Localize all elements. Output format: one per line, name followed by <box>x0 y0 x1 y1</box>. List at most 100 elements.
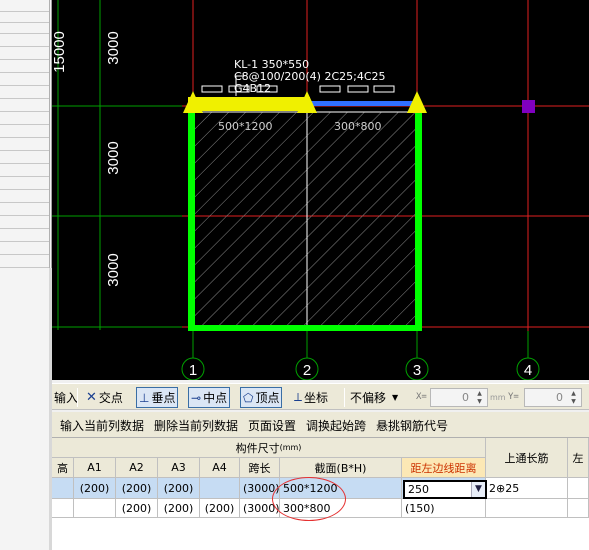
panel-row <box>0 85 49 86</box>
distance-editor-combobox[interactable]: 250 ▼ <box>403 480 487 499</box>
page-setup-button[interactable]: 页面设置 <box>248 417 296 434</box>
x-value: 0 <box>462 391 469 404</box>
delete-current-column-button[interactable]: 删除当前列数据 <box>154 417 238 434</box>
midpoint-icon: ⊸ <box>191 390 202 405</box>
wall-left[interactable] <box>188 110 195 330</box>
table-cell-a2[interactable]: (200) <box>116 478 158 499</box>
panel-row <box>0 98 49 99</box>
table-cell-a3[interactable]: (200) <box>158 478 200 499</box>
table-cell[interactable] <box>568 478 589 499</box>
dimension-span: 3000 <box>105 253 122 286</box>
swap-start-span-button[interactable]: 调换起始跨 <box>306 417 366 434</box>
beam-yellow[interactable] <box>188 97 310 111</box>
y-label: Y= <box>508 392 519 402</box>
panel-row <box>0 137 49 138</box>
group-header-unit: (mm) <box>279 443 302 452</box>
toolbar-separator <box>344 388 345 407</box>
x-input[interactable]: 0 ▲ ▼ <box>430 388 488 407</box>
midpoint-label: 中点 <box>203 391 228 405</box>
panel-border <box>49 0 50 268</box>
panel-row <box>0 267 49 268</box>
annotation-ellipse <box>272 477 346 521</box>
x-label: X= <box>416 392 427 402</box>
table-cell[interactable] <box>52 499 74 518</box>
perpendicular-snap-button[interactable]: ⊥ 垂点 <box>136 387 179 408</box>
panel-row <box>0 33 49 34</box>
vertex-icon: ⬠ <box>243 390 254 405</box>
rebar-box <box>347 85 369 93</box>
panel-row <box>0 189 49 190</box>
table-cell-a2[interactable]: (200) <box>116 499 158 518</box>
table-cell-a3[interactable]: (200) <box>158 499 200 518</box>
spin-up-icon[interactable]: ▲ <box>473 390 486 398</box>
panel-row <box>0 254 49 255</box>
perpendicular-label: 垂点 <box>151 391 176 405</box>
beam-blue[interactable] <box>310 101 417 106</box>
table-cell-top-rebar[interactable]: 2⊕25 <box>486 478 568 499</box>
axis-number-4: 4 <box>524 362 532 379</box>
axis-number-2: 2 <box>303 362 311 379</box>
coordinate-snap-button[interactable]: ⟂ 坐标 <box>292 387 330 408</box>
rebar-box <box>319 85 341 93</box>
panel-row <box>0 241 49 242</box>
group-header: 构件尺寸 (mm) <box>52 438 486 458</box>
spin-up-icon[interactable]: ▲ <box>567 390 580 398</box>
table-cell-a1[interactable] <box>74 499 116 518</box>
table-cell-top-rebar[interactable] <box>486 499 568 518</box>
offset-value: 不偏移 <box>350 391 387 405</box>
action-bar: 输入当前列数据 删除当前列数据 页面设置 调换起始跨 悬挑钢筋代号 <box>52 412 589 438</box>
panel-row <box>0 215 49 216</box>
panel-row <box>0 176 49 177</box>
table-cell-a4[interactable]: (200) <box>200 499 240 518</box>
intersection-icon: ✕ <box>86 390 97 405</box>
dimension-span: 3000 <box>105 141 122 174</box>
col-header-section: 截面(B*H) <box>280 458 402 478</box>
table-cell-a4[interactable] <box>200 478 240 499</box>
spin-down-icon[interactable]: ▼ <box>567 398 580 406</box>
chevron-down-icon: ▼ <box>392 393 399 402</box>
y-input[interactable]: 0 ▲ ▼ <box>524 388 582 407</box>
table-cell-a1[interactable]: (200) <box>74 478 116 499</box>
axis-number-1: 1 <box>189 362 197 379</box>
panel-row <box>0 111 49 112</box>
panel-row <box>0 202 49 203</box>
hanger-rebar-code-button[interactable]: 悬挑钢筋代号 <box>376 417 448 434</box>
left-panel <box>0 0 52 550</box>
table-cell[interactable] <box>52 478 74 499</box>
slab-hatch[interactable] <box>192 111 418 328</box>
axis-number-3: 3 <box>413 362 421 379</box>
wall-bottom[interactable] <box>188 325 422 331</box>
span-section-1: 500*1200 <box>218 120 273 133</box>
rebar-box <box>373 85 395 93</box>
col-header-a1: A1 <box>74 458 116 478</box>
midpoint-snap-button[interactable]: ⊸ 中点 <box>188 387 231 408</box>
drawing-svg[interactable]: 1 2 3 4 15000 3000 3000 3000 KL-1 350*55… <box>52 0 589 380</box>
input-label: 输入 <box>54 391 79 405</box>
col-header-span: 跨长 <box>240 458 280 478</box>
spin-down-icon[interactable]: ▼ <box>473 398 486 406</box>
coordinate-label: 坐标 <box>304 391 329 405</box>
intersection-label: 交点 <box>98 391 123 405</box>
input-button[interactable]: 输入 <box>52 387 78 408</box>
wall-right[interactable] <box>415 110 422 330</box>
col-header-height: 高 <box>52 458 74 478</box>
perpendicular-icon: ⊥ <box>139 390 150 405</box>
input-current-column-button[interactable]: 输入当前列数据 <box>60 417 144 434</box>
coordinate-icon: ⟂ <box>294 390 303 404</box>
y-value: 0 <box>556 391 563 404</box>
table-cell-distance[interactable]: (150) <box>402 499 486 518</box>
col-header-distance: 距左边线距离 <box>402 458 486 478</box>
point-marker[interactable] <box>522 100 535 113</box>
panel-row <box>0 124 49 125</box>
panel-row <box>0 46 49 47</box>
dimension-total: 15000 <box>52 31 68 73</box>
drawing-canvas[interactable]: 1 2 3 4 15000 3000 3000 3000 KL-1 350*55… <box>52 0 589 380</box>
chevron-down-icon[interactable]: ▼ <box>471 482 485 497</box>
table-cell[interactable] <box>568 499 589 518</box>
top-rebar-header: 上通长筋 <box>486 438 568 478</box>
offset-select[interactable]: 不偏移 ▼ <box>350 388 398 407</box>
left-header: 左 <box>568 438 589 478</box>
intersection-snap-button[interactable]: ✕ 交点 <box>84 387 125 408</box>
vertex-snap-button[interactable]: ⬠ 顶点 <box>240 387 283 408</box>
panel-row <box>0 59 49 60</box>
